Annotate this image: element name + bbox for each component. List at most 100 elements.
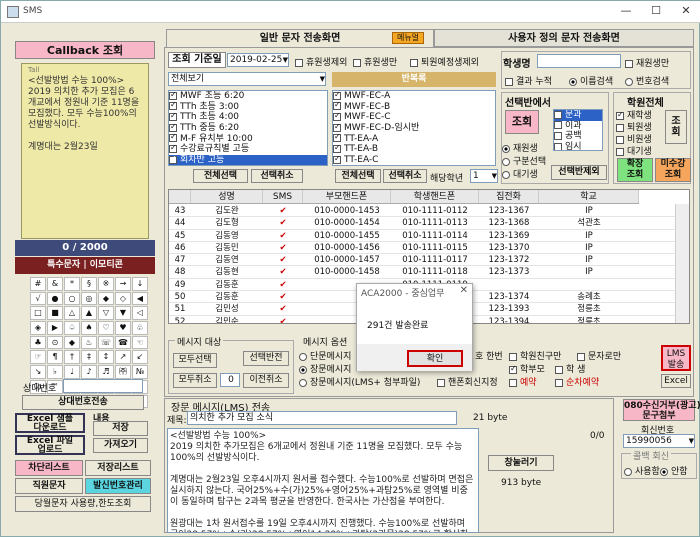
subject-list[interactable]: 문과 이과 공백 임시 bbox=[553, 109, 603, 151]
sms-checkbox[interactable]: ✔ bbox=[263, 316, 303, 323]
sms-checkbox[interactable]: ✔ bbox=[263, 291, 303, 302]
save-list-button[interactable]: 저장리스트 bbox=[85, 460, 151, 476]
class-list-item[interactable]: TT-EA-A bbox=[333, 132, 495, 145]
short-msg-radio[interactable]: 단문메시지 bbox=[299, 349, 351, 362]
symbol-key[interactable]: ◀ bbox=[132, 291, 148, 306]
class-list-item[interactable]: MWF 초등 6:20 bbox=[169, 91, 327, 102]
symbol-key[interactable]: ↘ bbox=[30, 365, 46, 379]
symbol-key[interactable]: △ bbox=[64, 306, 80, 321]
symbol-key[interactable]: ☏ bbox=[98, 335, 114, 350]
leave-only-checkbox[interactable]: 휴원생만 bbox=[353, 55, 397, 68]
student-checkbox[interactable]: 학 생 bbox=[555, 362, 585, 375]
manual-badge[interactable]: 메뉴얼 bbox=[392, 32, 424, 44]
table-row[interactable]: 45 김동영 ✔ 010-0000-1455 010-1111-0114 123-1369… bbox=[169, 230, 676, 242]
select-all-right-button[interactable]: 전체선택 bbox=[335, 169, 381, 183]
symbol-key[interactable]: ♧ bbox=[132, 321, 148, 335]
grade-select[interactable]: 1 ▼ bbox=[470, 169, 498, 183]
opt-waiting-radio[interactable]: 대기생 bbox=[502, 167, 538, 180]
excel-export-button[interactable]: Excel bbox=[661, 374, 691, 388]
deselect-left-button[interactable]: 선택취소 bbox=[251, 169, 303, 183]
class-exclude-button[interactable]: 선택반제외 bbox=[551, 165, 607, 180]
table-row[interactable]: 47 김동연 ✔ 010-0000-1457 010-1111-0117 123-1372… bbox=[169, 254, 676, 267]
reply-number-select[interactable]: 15990056 ▼ bbox=[623, 434, 695, 448]
maximize-button[interactable]: ☐ bbox=[641, 1, 671, 23]
table-scrollbar[interactable] bbox=[675, 204, 689, 323]
symbol-key[interactable]: ♤ bbox=[64, 321, 80, 335]
symbol-key[interactable]: ◁ bbox=[132, 306, 148, 321]
symbol-key[interactable]: □ bbox=[30, 306, 46, 321]
symbol-key[interactable]: ☎ bbox=[115, 335, 131, 350]
handphone-reply-checkbox[interactable]: 핸폰회신지정 bbox=[437, 375, 498, 388]
counterpart-input[interactable] bbox=[63, 379, 143, 393]
class-list-item[interactable]: TT-EA-C bbox=[333, 154, 495, 165]
expand-query-button[interactable]: 확장 조회 bbox=[617, 158, 653, 182]
lms-send-button[interactable]: LMS 발송 bbox=[661, 345, 691, 371]
class-list-item[interactable]: MWF-EC-D-임시반 bbox=[333, 122, 495, 134]
symbol-key[interactable]: ☜ bbox=[132, 335, 148, 350]
academy-friends-checkbox[interactable]: 학원친구만 bbox=[509, 349, 561, 362]
symbol-key[interactable]: ※ bbox=[98, 277, 114, 291]
symbol-key[interactable]: ▶ bbox=[47, 321, 63, 335]
class-list-item[interactable]: TT-EA-B bbox=[333, 143, 495, 155]
sms-checkbox[interactable]: ✔ bbox=[263, 230, 303, 241]
class-list-item[interactable]: TTh 초등 4:00 bbox=[169, 111, 327, 123]
target-count-input[interactable]: 0 bbox=[220, 373, 240, 387]
deselect-right-button[interactable]: 선택취소 bbox=[383, 169, 427, 183]
class-list-item[interactable]: M-F 유치부 10:00 bbox=[169, 132, 327, 145]
class-list-left[interactable]: MWF 초등 6:20TTh 초등 3:00TTh 초등 4:00TTh 중등 … bbox=[168, 90, 328, 166]
symbol-key[interactable]: ㈜ bbox=[115, 365, 131, 379]
symbol-key[interactable]: ▽ bbox=[98, 306, 114, 321]
column-header[interactable]: 학교 bbox=[539, 190, 639, 203]
symbol-key[interactable]: § bbox=[81, 277, 97, 291]
excel-upload-button[interactable]: Excel 파일 업로드 bbox=[15, 435, 85, 455]
attending-only-checkbox[interactable]: 재원생만 bbox=[625, 56, 669, 69]
dialog-close-icon[interactable]: ✕ bbox=[460, 285, 468, 296]
symbol-key[interactable]: ‡ bbox=[81, 350, 97, 365]
accumulate-checkbox[interactable]: 결과 누적 bbox=[505, 74, 552, 87]
column-header[interactable]: 부모핸드폰 bbox=[303, 190, 391, 203]
recall-button[interactable]: 창눌러기 bbox=[488, 455, 554, 471]
opt-split-radio[interactable]: 구분선택 bbox=[502, 154, 546, 167]
minimize-button[interactable]: — bbox=[611, 1, 641, 23]
excl-leave-checkbox[interactable]: 휴원생제외 bbox=[295, 55, 347, 68]
sms-checkbox[interactable]: ✔ bbox=[263, 303, 303, 314]
lms-body-textarea[interactable]: <선발방법 수능 100%> 2019 의치한 추가모집은 6개교에서 정원내 … bbox=[167, 428, 479, 533]
target-select-all-button[interactable]: 모두선택 bbox=[173, 353, 217, 368]
sms-only-checkbox[interactable]: 문자로만 bbox=[577, 349, 621, 362]
sender-number-mgmt-button[interactable]: 발신번호관리 bbox=[85, 478, 151, 494]
sms-checkbox[interactable]: ✔ bbox=[263, 205, 303, 216]
symbol-key[interactable]: * bbox=[64, 277, 80, 291]
use-radio[interactable]: 사용함 bbox=[624, 464, 660, 477]
column-header[interactable]: SMS bbox=[263, 190, 303, 203]
unpaid-query-button[interactable]: 미수강 조회 bbox=[655, 158, 691, 182]
special-char-link[interactable]: 특수문자 | 이모티콘 bbox=[15, 257, 155, 274]
callback-query-button[interactable]: Callback 조회 bbox=[15, 41, 155, 59]
long-msg-radio[interactable]: 장문메시지 bbox=[299, 362, 351, 375]
excel-sample-button[interactable]: Excel 샘플 다운로드 bbox=[15, 413, 85, 433]
target-invert-button[interactable]: 선택반전 bbox=[243, 351, 289, 366]
sms-checkbox[interactable]: ✔ bbox=[263, 254, 303, 265]
dialog-ok-button[interactable]: 확인 bbox=[407, 350, 463, 367]
symbol-key[interactable]: ↕ bbox=[98, 350, 114, 365]
column-header[interactable]: 성명 bbox=[191, 190, 263, 203]
select-all-left-button[interactable]: 전체선택 bbox=[193, 169, 248, 183]
close-button[interactable]: ✕ bbox=[671, 1, 700, 23]
load-button[interactable]: 가져오기 bbox=[93, 438, 148, 453]
reject-080-button[interactable]: 080수신거부(광고) 문구첨부 bbox=[623, 399, 700, 421]
symbol-key[interactable]: ■ bbox=[47, 306, 63, 321]
class-list-item[interactable]: 수강료규칙별 고등 bbox=[169, 143, 327, 155]
column-header[interactable]: 집전화 bbox=[479, 190, 539, 203]
student-name-input[interactable] bbox=[537, 54, 621, 68]
symbol-key[interactable]: ◆ bbox=[98, 291, 114, 306]
sms-checkbox[interactable]: ✔ bbox=[263, 217, 303, 228]
class-list-item[interactable]: 회차반 고등 bbox=[169, 154, 327, 165]
symbol-key[interactable]: ♬ bbox=[98, 365, 114, 379]
symbol-key[interactable]: ● bbox=[47, 291, 63, 306]
symbol-key[interactable]: → bbox=[115, 277, 131, 291]
sequential-checkbox[interactable]: 순차예약 bbox=[555, 375, 599, 388]
class-list-right[interactable]: MWF-EC-AMWF-EC-BMWF-EC-CMWF-EC-D-임시반TT-E… bbox=[332, 90, 496, 166]
symbol-key[interactable]: ↗ bbox=[115, 350, 131, 365]
target-clear-button[interactable]: 모두취소 bbox=[173, 373, 217, 388]
class-list-item[interactable]: MWF-EC-C bbox=[333, 111, 495, 123]
symbol-key[interactable]: † bbox=[64, 350, 80, 365]
